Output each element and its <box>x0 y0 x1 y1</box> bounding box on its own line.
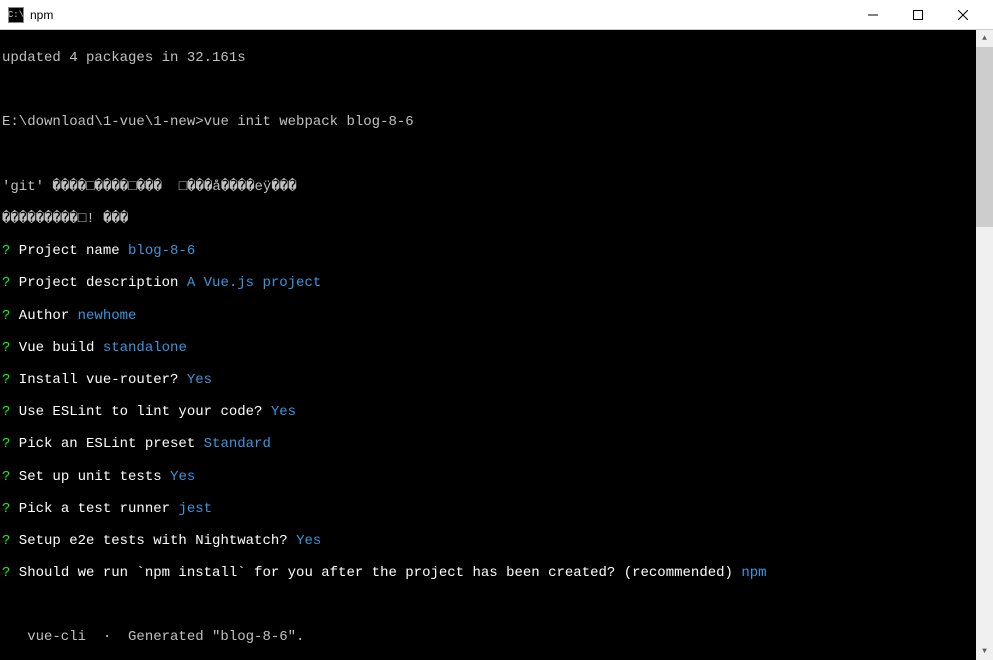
prompt-q9: ? Pick a test runner jest <box>2 501 974 517</box>
cmd-icon: C:\ <box>8 7 24 23</box>
minimize-button[interactable] <box>850 0 895 30</box>
prompt-q10: ? Setup e2e tests with Nightwatch? Yes <box>2 533 974 549</box>
blank-line <box>2 147 974 163</box>
prompt-q6: ? Use ESLint to lint your code? Yes <box>2 404 974 420</box>
scroll-thumb[interactable] <box>976 47 993 227</box>
scrollbar[interactable]: ▲ ▼ <box>976 30 993 660</box>
prompt-q2: ? Project description A Vue.js project <box>2 275 974 291</box>
scroll-down-arrow[interactable]: ▼ <box>976 643 993 660</box>
terminal-content: updated 4 packages in 32.161s E:\downloa… <box>0 30 976 660</box>
prompt-q5: ? Install vue-router? Yes <box>2 372 974 388</box>
close-button[interactable] <box>940 0 985 30</box>
scroll-up-arrow[interactable]: ▲ <box>976 30 993 47</box>
prompt-q11: ? Should we run `npm install` for you af… <box>2 565 974 581</box>
prompt-q3: ? Author newhome <box>2 308 974 324</box>
git-error-line: ���������□! ��� <box>2 211 974 227</box>
prompt-line: E:\download\1-vue\1-new>vue init webpack… <box>2 114 974 130</box>
blank-line <box>2 82 974 98</box>
generated-line: vue-cli · Generated "blog-8-6". <box>2 629 974 645</box>
prompt-q1: ? Project name blog-8-6 <box>2 243 974 259</box>
title-bar: C:\ npm <box>0 0 993 30</box>
blank-line <box>2 597 974 613</box>
prompt-q4: ? Vue build standalone <box>2 340 974 356</box>
terminal[interactable]: updated 4 packages in 32.161s E:\downloa… <box>0 30 993 660</box>
scroll-track[interactable] <box>976 47 993 643</box>
window-title: npm <box>30 8 850 22</box>
prompt-q7: ? Pick an ESLint preset Standard <box>2 436 974 452</box>
window-controls <box>850 0 985 30</box>
maximize-button[interactable] <box>895 0 940 30</box>
prompt-q8: ? Set up unit tests Yes <box>2 469 974 485</box>
git-error-line: 'git' ����□����□��� □���å����eÿ��� <box>2 179 974 195</box>
output-line: updated 4 packages in 32.161s <box>2 50 974 66</box>
